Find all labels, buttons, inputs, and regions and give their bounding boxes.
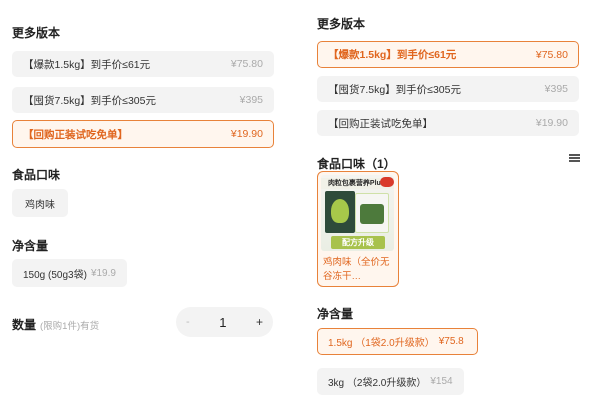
more-versions-title: 更多版本 [317, 17, 366, 31]
version-option-2[interactable]: 【囤货7.5kg】到手价≤305元 ¥395 [12, 87, 274, 113]
net-option-price: ¥75.8 [438, 336, 464, 347]
food-bag-light [355, 193, 389, 233]
quantity-value[interactable]: 1 [219, 315, 226, 330]
version-option-label: 【囤货7.5kg】到手价≤305元 [23, 94, 156, 107]
version-option-label: 【爆款1.5kg】到手价≤61元 [23, 58, 151, 71]
version-option-label: 【回购正装试吃免单】 [23, 128, 128, 141]
product-banner: 配方升级 [331, 236, 385, 249]
more-versions-title: 更多版本 [12, 26, 61, 40]
version-option-1[interactable]: 【爆款1.5kg】到手价≤61元 ¥75.80 [317, 41, 579, 68]
badge-icon [380, 177, 394, 187]
net-content-chip[interactable]: 150g (50g3袋) ¥19.9 [12, 259, 127, 287]
net-option-2[interactable]: 3kg （2袋2.0升级款） ¥154 [317, 368, 464, 395]
net-option-price: ¥154 [430, 376, 453, 387]
net-content-title: 净含量 [12, 239, 49, 253]
flavor-chip[interactable]: 鸡肉味 [12, 189, 68, 217]
net-option-1[interactable]: 1.5kg （1袋2.0升级款） ¥75.8 [317, 328, 478, 355]
decrement-button[interactable]: - [186, 316, 190, 328]
quantity-label: 数量 (限购1件)有货 [12, 316, 99, 333]
product-image: 肉粒包裹营养Plus! 配方升级 [321, 175, 394, 251]
version-option-1[interactable]: 【爆款1.5kg】到手价≤61元 ¥75.80 [12, 51, 274, 77]
version-option-label: 【爆款1.5kg】到手价≤61元 [328, 49, 457, 61]
net-content-title: 净含量 [317, 307, 354, 321]
food-bag-dark [325, 191, 355, 233]
quantity-title: 数量 [12, 318, 37, 332]
net-content-label: 150g (50g3袋) [23, 269, 87, 281]
version-option-price: ¥395 [239, 94, 263, 106]
flavor-title: 食品口味（1） [317, 157, 396, 171]
right-panel: 更多版本 【爆款1.5kg】到手价≤61元 ¥75.80 【囤货7.5kg】到手… [300, 0, 600, 399]
net-option-label: 3kg （2袋2.0升级款） [328, 378, 427, 389]
increment-button[interactable]: + [256, 315, 263, 329]
version-option-price: ¥75.80 [230, 58, 263, 70]
version-option-label: 【回购正装试吃免单】 [328, 117, 433, 130]
net-option-label: 1.5kg （1袋2.0升级款） [328, 338, 435, 349]
net-content-price: ¥19.9 [90, 267, 116, 279]
version-option-price: ¥19.90 [535, 117, 568, 129]
version-option-price: ¥75.80 [535, 48, 568, 61]
version-option-price: ¥395 [544, 83, 568, 95]
flavor-card[interactable]: 肉粒包裹营养Plus! 配方升级 鸡肉味（全价无谷冻干… [317, 171, 399, 287]
flavor-title: 食品口味 [12, 168, 61, 182]
version-option-3[interactable]: 【回购正装试吃免单】 ¥19.90 [317, 110, 579, 136]
list-icon[interactable] [569, 154, 580, 162]
version-option-price: ¥19.90 [230, 128, 263, 140]
version-option-label: 【囤货7.5kg】到手价≤305元 [328, 83, 461, 96]
quantity-note: (限购1件)有货 [40, 321, 100, 332]
version-option-2[interactable]: 【囤货7.5kg】到手价≤305元 ¥395 [317, 76, 579, 102]
quantity-stepper[interactable]: - 1 + [176, 307, 273, 337]
version-option-3[interactable]: 【回购正装试吃免单】 ¥19.90 [12, 120, 274, 148]
left-panel: 更多版本 【爆款1.5kg】到手价≤61元 ¥75.80 【囤货7.5kg】到手… [0, 0, 300, 399]
flavor-card-label: 鸡肉味（全价无谷冻干… [323, 257, 390, 282]
